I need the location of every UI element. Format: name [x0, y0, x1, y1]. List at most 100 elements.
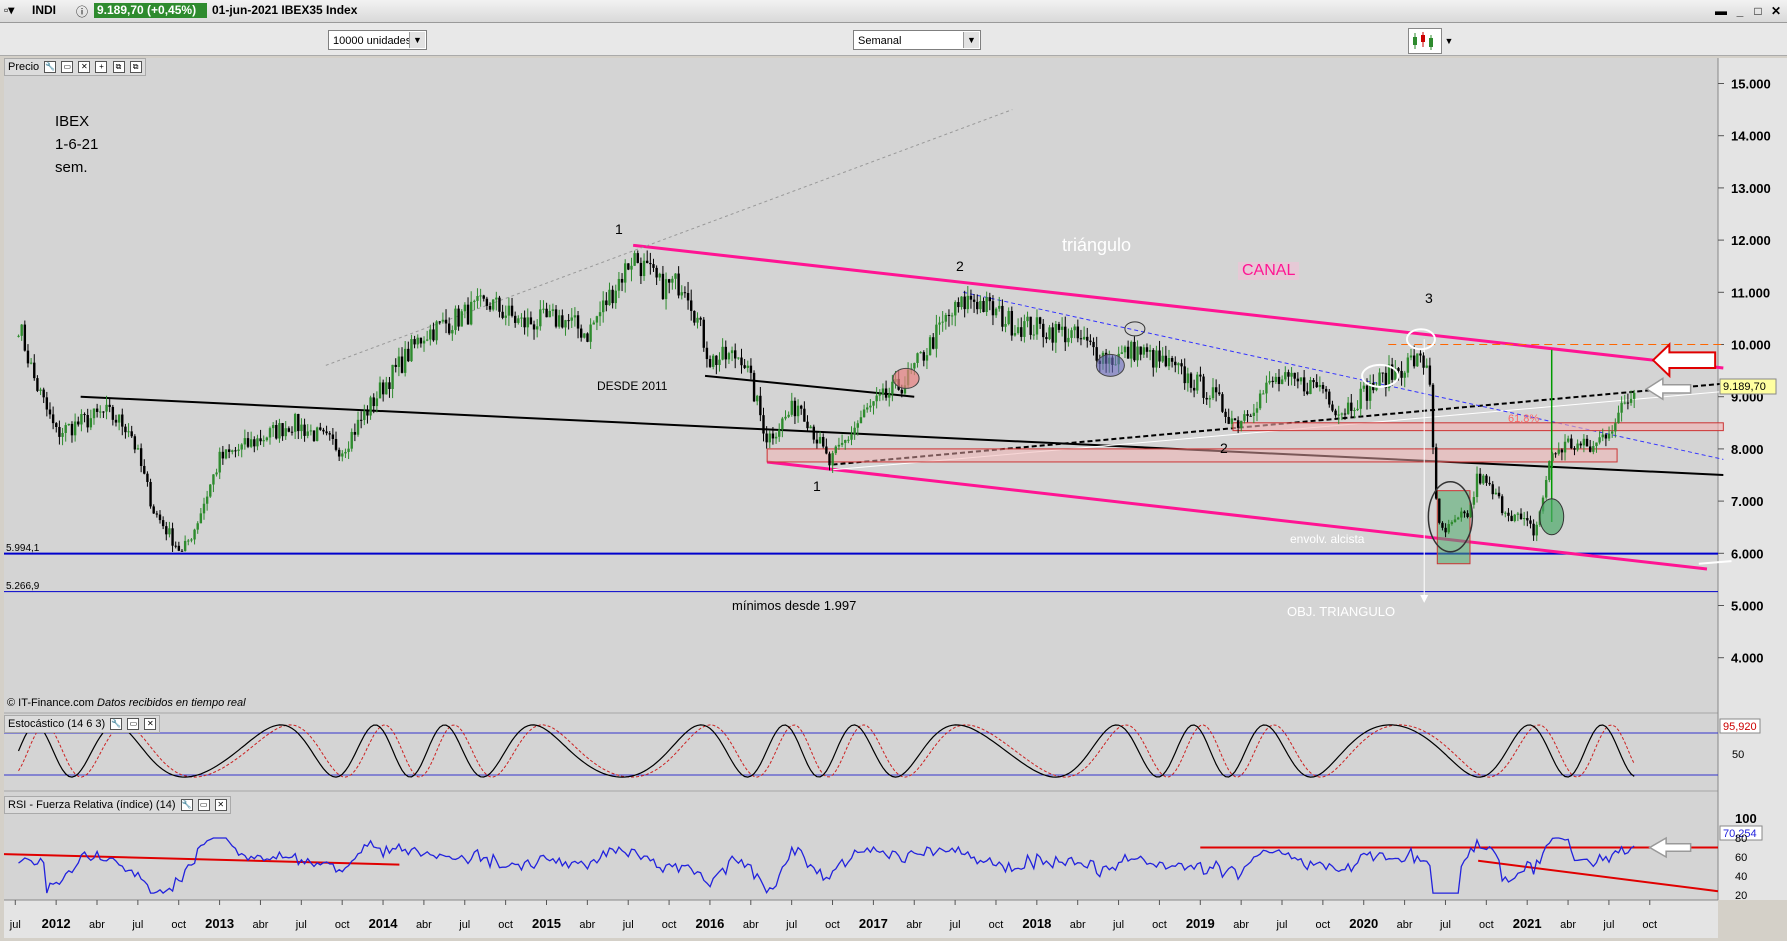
- chevron-down-icon[interactable]: ▼: [1443, 30, 1455, 52]
- price-candle-body: [535, 326, 539, 330]
- price-candle-body: [460, 311, 463, 327]
- price-candle-body: [1136, 346, 1139, 361]
- rsi-tick-label: 20: [1735, 890, 1747, 902]
- price-candle-body: [1412, 355, 1416, 367]
- price-candle-body: [1246, 414, 1249, 416]
- price-candle-body: [249, 439, 253, 447]
- price-candle-body: [570, 317, 573, 321]
- chart-type-icon[interactable]: [1408, 28, 1442, 54]
- wrench-icon[interactable]: 🔧: [44, 61, 57, 74]
- price-candle-body: [36, 378, 39, 391]
- price-candle-body: [476, 296, 479, 301]
- x-tick-label: oct: [989, 919, 1004, 931]
- price-candle-body: [1016, 327, 1020, 334]
- price-candle-body: [859, 417, 863, 424]
- price-candle-body: [1284, 372, 1287, 380]
- price-candle-body: [1196, 374, 1199, 391]
- stochastic-pane[interactable]: [4, 714, 1718, 790]
- price-candle-body: [1485, 475, 1488, 483]
- price-candle-body: [778, 429, 781, 437]
- price-candle-body: [1331, 404, 1334, 411]
- since-2011-label: DESDE 2011: [597, 379, 668, 393]
- price-candle-body: [177, 545, 181, 551]
- symbol-name[interactable]: INDI: [32, 3, 56, 17]
- price-candle-body: [523, 317, 526, 328]
- x-tick-label: 2020: [1349, 916, 1378, 931]
- close-icon[interactable]: ✕: [214, 799, 227, 812]
- price-candle-body: [80, 414, 83, 425]
- units-select-value: 10000 unidades: [333, 35, 412, 47]
- rsi-pane-label[interactable]: RSI - Fuerza Relativa (índice) (14) 🔧 ▭ …: [4, 796, 231, 814]
- price-candle-body: [271, 425, 275, 429]
- stoch-pane-label[interactable]: Estocástico (14 6 3) 🔧 ▭ ✕: [4, 715, 161, 733]
- pane-divider[interactable]: [4, 712, 1718, 714]
- price-candle-body: [658, 273, 661, 278]
- price-candle-body: [20, 324, 23, 336]
- window-menu-icon[interactable]: ▫▾: [4, 3, 14, 17]
- highlight-circle: [1095, 353, 1125, 377]
- price-candle-body: [303, 424, 306, 436]
- price-candle-body: [1236, 420, 1240, 428]
- close-icon[interactable]: ✕: [78, 61, 91, 74]
- x-tick-label: jul: [131, 919, 143, 931]
- close-icon[interactable]: ✕: [1769, 4, 1783, 18]
- x-tick-label: oct: [1479, 919, 1494, 931]
- maximize-icon[interactable]: □: [1751, 4, 1765, 18]
- price-candle-body: [146, 473, 149, 482]
- rsi-pane[interactable]: [4, 792, 1718, 900]
- x-tick-label: jul: [1439, 919, 1451, 931]
- wrench-icon[interactable]: 🔧: [110, 718, 123, 731]
- window-icon[interactable]: ▭: [197, 799, 210, 812]
- minimize-icon[interactable]: _: [1733, 4, 1747, 18]
- price-candle-body: [312, 430, 316, 441]
- price-candle-body: [878, 393, 881, 396]
- add-icon[interactable]: +: [95, 61, 108, 74]
- price-candle-body: [708, 359, 712, 367]
- stoch-axis-label: 95,920: [1723, 721, 1757, 733]
- window-menu-icon[interactable]: ▬: [1714, 4, 1728, 18]
- price-pane-label[interactable]: Precio 🔧 ▭ ✕ + ⧉ ⧉: [4, 58, 146, 76]
- price-candle-body: [394, 364, 397, 367]
- price-candle-body: [554, 309, 558, 327]
- price-candle-body: [1092, 341, 1095, 348]
- price-candle-body: [913, 362, 916, 369]
- wrench-icon[interactable]: 🔧: [180, 799, 193, 812]
- y-tick-label: 4.000: [1731, 651, 1764, 666]
- price-candle-body: [1318, 384, 1322, 388]
- corner-note-line: sem.: [55, 159, 88, 176]
- copy-icon[interactable]: ⧉: [112, 61, 125, 74]
- units-select[interactable]: 10000 unidades ▼: [328, 30, 427, 50]
- window-icon[interactable]: ▭: [127, 718, 140, 731]
- price-candle-body: [1035, 317, 1039, 335]
- x-tick-label: jul: [1276, 919, 1288, 931]
- pane-divider[interactable]: [4, 790, 1718, 792]
- price-candle-body: [1309, 380, 1312, 395]
- price-candle-body: [1397, 368, 1400, 371]
- toolbar: 10000 unidades ▼ Semanal ▼: [0, 23, 1787, 56]
- price-candle-body: [42, 389, 45, 398]
- price-candle-body: [1120, 352, 1124, 354]
- price-candle-body: [589, 324, 592, 342]
- window-icon[interactable]: ▭: [61, 61, 74, 74]
- chevron-down-icon[interactable]: ▼: [409, 32, 425, 48]
- price-pane[interactable]: [4, 58, 1718, 712]
- price-candle-body: [1038, 317, 1042, 324]
- price-candle-body: [1252, 412, 1256, 416]
- price-candle-body: [705, 347, 709, 360]
- rsi-tick-label: 80: [1735, 833, 1747, 845]
- price-candle-body: [1570, 438, 1573, 449]
- close-icon[interactable]: ✕: [144, 718, 157, 731]
- price-candle-body: [117, 414, 121, 423]
- chevron-down-icon[interactable]: ▼: [963, 32, 979, 48]
- price-candle-body: [1070, 330, 1073, 338]
- price-candle-body: [1563, 441, 1567, 453]
- x-tick-label: jul: [295, 919, 307, 931]
- paste-icon[interactable]: ⧉: [129, 61, 142, 74]
- price-candle-body: [966, 295, 970, 310]
- price-candle-body: [542, 308, 545, 310]
- info-icon[interactable]: ⓘ: [76, 3, 88, 20]
- price-candle-body: [287, 428, 291, 432]
- period-select[interactable]: Semanal ▼: [853, 30, 981, 50]
- chart-canvas[interactable]: 15.00014.00013.00012.00011.00010.0009.00…: [0, 56, 1787, 941]
- price-candle-body: [180, 550, 184, 552]
